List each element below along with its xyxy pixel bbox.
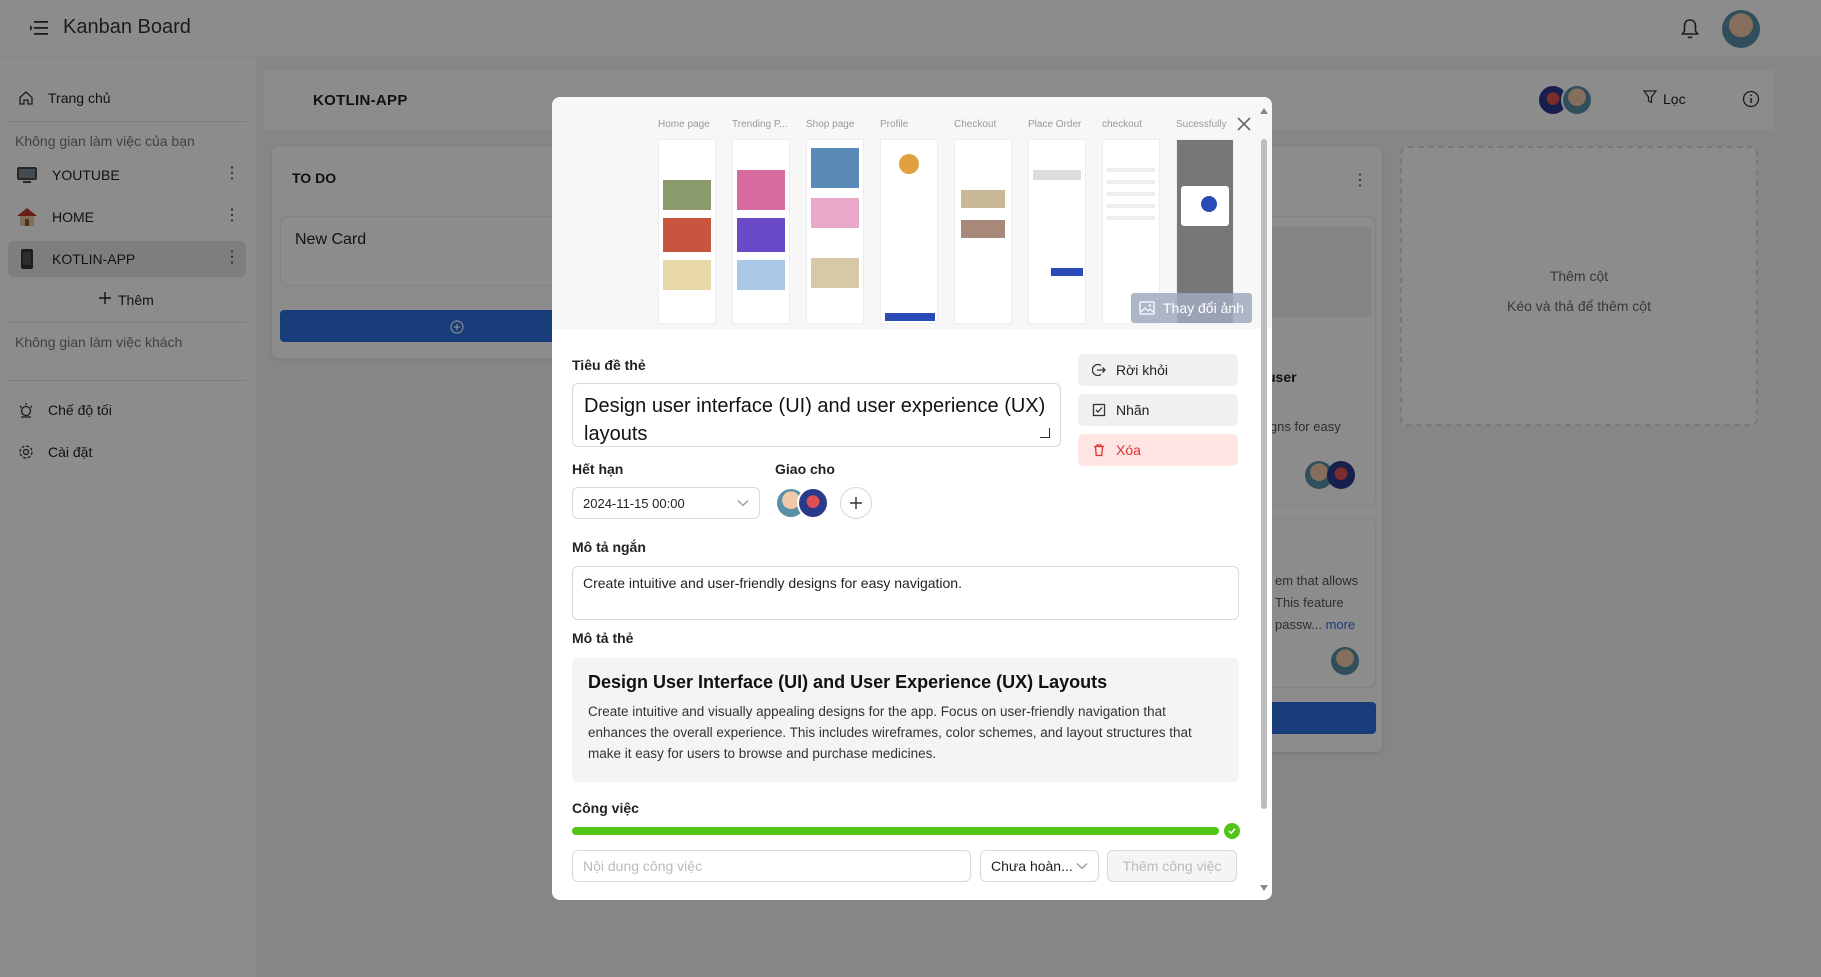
- cover-label: Home page: [658, 119, 710, 130]
- chevron-down-icon: [1076, 863, 1088, 870]
- due-date-picker[interactable]: 2024-11-15 00:00: [572, 487, 760, 519]
- description-heading: Design User Interface (UI) and User Expe…: [588, 672, 1108, 692]
- app-screen: [806, 139, 864, 324]
- due-date-value: 2024-11-15 00:00: [583, 495, 685, 511]
- task-progress-bar: [572, 827, 1219, 835]
- card-cover-image: Home page Trending P... Shop page Profil…: [552, 97, 1272, 329]
- add-task-label: Thêm công việc: [1122, 858, 1222, 874]
- cover-label: Shop page: [806, 119, 855, 130]
- plus-icon: [850, 497, 862, 509]
- chevron-down-icon: [737, 500, 749, 507]
- task-content-input[interactable]: Nội dung công việc: [572, 850, 971, 882]
- app-screen: [1028, 139, 1086, 324]
- app-screen: [954, 139, 1012, 324]
- resize-handle-icon[interactable]: [1040, 428, 1050, 438]
- avatar[interactable]: [797, 487, 829, 519]
- app-screen: [658, 139, 716, 324]
- card-detail-modal: Home page Trending P... Shop page Profil…: [552, 97, 1272, 900]
- close-icon[interactable]: [1235, 115, 1253, 133]
- add-assignee-button[interactable]: [840, 487, 872, 519]
- scroll-down-icon[interactable]: [1260, 884, 1268, 892]
- task-status-value: Chưa hoàn...: [991, 858, 1073, 874]
- due-date-label: Hết hạn: [572, 461, 624, 477]
- add-task-button[interactable]: Thêm công việc: [1107, 850, 1237, 882]
- app-screen: [732, 139, 790, 324]
- trash-icon: [1094, 444, 1104, 457]
- leave-button[interactable]: Rời khỏi: [1078, 354, 1238, 386]
- app-screen: [880, 139, 938, 324]
- image-icon: [1139, 301, 1155, 315]
- checkbox-icon: [1092, 403, 1106, 417]
- tasks-label: Công việc: [572, 800, 639, 816]
- change-image-label: Thay đổi ảnh: [1163, 300, 1244, 316]
- leave-label: Rời khỏi: [1116, 362, 1168, 378]
- cover-label: Place Order: [1028, 119, 1082, 130]
- check-circle-icon: [1224, 823, 1240, 839]
- description-body: Create intuitive and visually appealing …: [588, 704, 1192, 761]
- card-description-editor[interactable]: Design User Interface (UI) and User Expe…: [572, 658, 1239, 782]
- short-desc-value: Create intuitive and user-friendly desig…: [583, 575, 962, 591]
- task-status-select[interactable]: Chưa hoàn...: [980, 850, 1099, 882]
- cover-label: Checkout: [954, 119, 997, 130]
- card-title-label: Tiêu đề thẻ: [572, 357, 646, 373]
- card-desc-label: Mô tả thẻ: [572, 630, 634, 646]
- short-desc-label: Mô tả ngắn: [572, 539, 646, 555]
- card-title-input[interactable]: Design user interface (UI) and user expe…: [572, 383, 1061, 447]
- cover-label: checkout: [1102, 119, 1143, 130]
- card-title-value: Design user interface (UI) and user expe…: [584, 395, 1046, 445]
- assign-label: Giao cho: [775, 461, 835, 477]
- short-desc-input[interactable]: Create intuitive and user-friendly desig…: [572, 566, 1239, 620]
- labels-button[interactable]: Nhãn: [1078, 394, 1238, 426]
- delete-label: Xóa: [1116, 442, 1141, 458]
- change-image-button[interactable]: Thay đổi ảnh: [1131, 293, 1252, 323]
- cover-label: Profile: [880, 119, 909, 130]
- cover-label: Sucessfully: [1176, 119, 1227, 130]
- logout-icon: [1092, 363, 1106, 377]
- scrollbar-thumb[interactable]: [1261, 139, 1267, 809]
- scroll-up-icon[interactable]: [1260, 107, 1268, 115]
- cover-label: Trending P...: [732, 119, 788, 130]
- task-input-placeholder: Nội dung công việc: [583, 858, 703, 874]
- labels-label: Nhãn: [1116, 402, 1150, 418]
- delete-button[interactable]: Xóa: [1078, 434, 1238, 466]
